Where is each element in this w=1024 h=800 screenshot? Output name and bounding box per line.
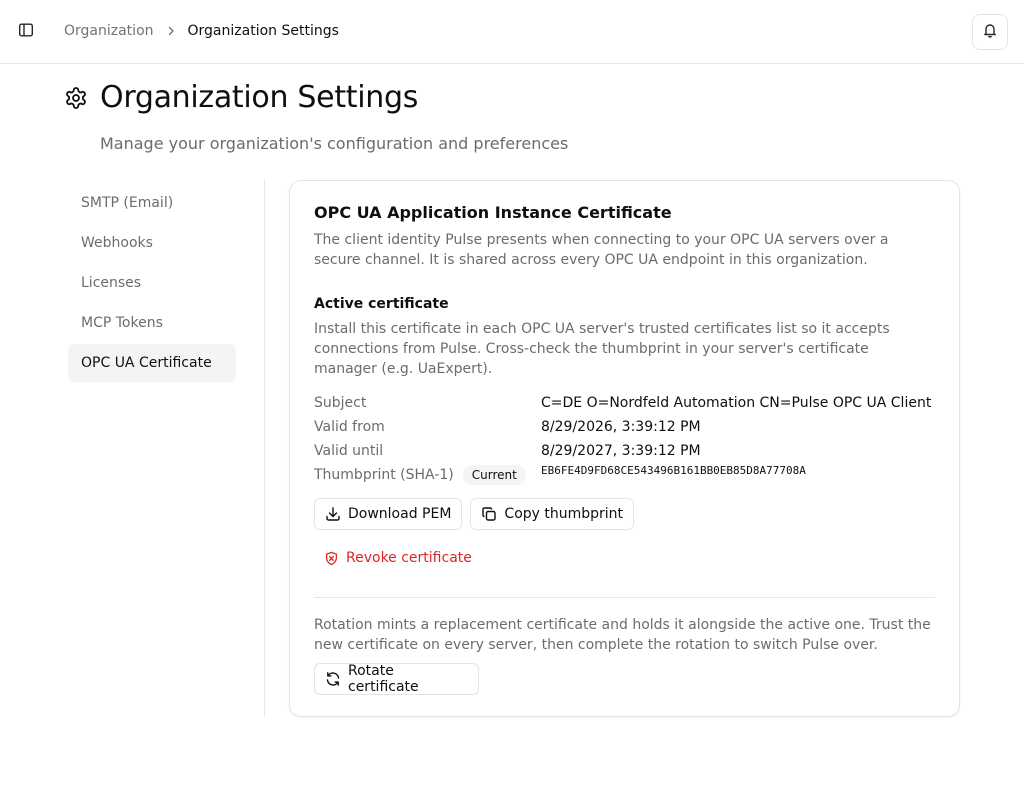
page-header: Organization Settings Manage your organi…	[64, 80, 568, 153]
card-description: The client identity Pulse presents when …	[314, 232, 889, 268]
gear-icon	[64, 86, 88, 110]
certificate-card: OPC UA Application Instance Certificate …	[289, 180, 960, 717]
nav-item-smtp[interactable]: SMTP (Email)	[68, 184, 236, 222]
nav-item-webhooks[interactable]: Webhooks	[68, 224, 236, 262]
rotate-certificate-label: Rotate certificate	[348, 663, 419, 695]
card-divider	[314, 597, 935, 598]
nav-item-mcp-tokens[interactable]: MCP Tokens	[68, 304, 236, 342]
top-bar: Organization Organization Settings	[0, 0, 1024, 64]
breadcrumb-current: Organization Settings	[187, 23, 339, 39]
copy-thumbprint-label: Copy thumbprint	[504, 506, 624, 522]
thumbprint-value: EB6FE4D9FD68CE543496B161BB0EB85D8A77708A	[541, 464, 806, 477]
copy-thumbprint-button[interactable]: Copy thumbprint	[470, 498, 635, 530]
valid-from-label: Valid from	[314, 419, 385, 435]
page-subtitle: Manage your organization's configuration…	[100, 134, 569, 153]
thumbprint-label-group: Thumbprint (SHA-1) Current	[314, 465, 541, 485]
certificate-actions: Download PEM Copy thumbprint	[314, 498, 935, 530]
page-title: Organization Settings	[100, 80, 419, 115]
download-pem-label: Download PEM	[348, 506, 452, 522]
notifications-button[interactable]	[972, 14, 1008, 50]
nav-item-opc-ua-certificate[interactable]: OPC UA Certificate	[68, 344, 236, 382]
subject-value: C=DE O=Nordfeld Automation CN=Pulse OPC …	[541, 395, 932, 411]
card-title: OPC UA Application Instance Certificate	[314, 203, 672, 222]
subject-label: Subject	[314, 395, 367, 411]
nav-item-licenses[interactable]: Licenses	[68, 264, 236, 302]
valid-until-row: Valid until 8/29/2027, 3:39:12 PM	[314, 439, 935, 463]
subject-row: Subject C=DE O=Nordfeld Automation CN=Pu…	[314, 391, 935, 415]
status-badge: Current	[462, 465, 526, 485]
valid-until-label: Valid until	[314, 443, 384, 459]
active-certificate-description: Install this certificate in each OPC UA …	[314, 321, 890, 377]
revoke-certificate-button[interactable]: Revoke certificate	[324, 542, 484, 574]
valid-until-value: 8/29/2027, 3:39:12 PM	[541, 443, 701, 459]
refresh-icon	[325, 671, 341, 687]
sidebar-toggle-icon	[18, 22, 34, 42]
thumbprint-row: Thumbprint (SHA-1) Current EB6FE4D9FD68C…	[314, 463, 935, 487]
breadcrumb-organization-link[interactable]: Organization	[64, 23, 154, 39]
copy-icon	[481, 506, 497, 522]
valid-from-value: 8/29/2026, 3:39:12 PM	[541, 419, 701, 435]
chevron-right-icon	[166, 26, 176, 36]
sidebar-toggle-button[interactable]	[16, 22, 36, 42]
active-certificate-title: Active certificate	[314, 296, 449, 312]
download-icon	[325, 506, 341, 522]
shield-x-icon	[324, 551, 339, 566]
bell-icon	[982, 22, 998, 42]
settings-nav: SMTP (Email) Webhooks Licenses MCP Token…	[68, 184, 236, 384]
valid-from-row: Valid from 8/29/2026, 3:39:12 PM	[314, 415, 935, 439]
thumbprint-label: Thumbprint (SHA-1)	[314, 467, 454, 483]
nav-divider	[264, 180, 265, 717]
rotate-certificate-button[interactable]: Rotate certificate	[314, 663, 479, 695]
revoke-certificate-label: Revoke certificate	[346, 550, 472, 566]
rotation-description: Rotation mints a replacement certificate…	[314, 617, 931, 653]
download-pem-button[interactable]: Download PEM	[314, 498, 463, 530]
breadcrumb: Organization Organization Settings	[64, 23, 339, 39]
certificate-details: Subject C=DE O=Nordfeld Automation CN=Pu…	[314, 391, 935, 487]
